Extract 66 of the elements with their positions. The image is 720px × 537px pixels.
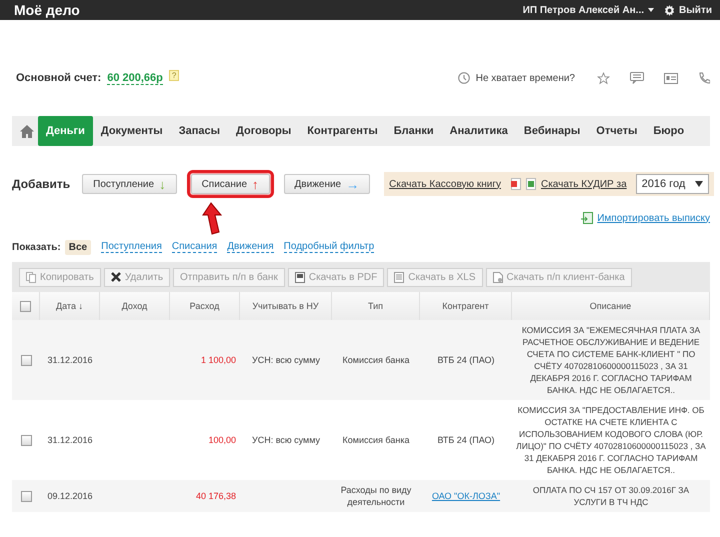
year-select[interactable]: 2016 год: [636, 174, 710, 194]
nav-tab[interactable]: Деньги: [38, 116, 93, 146]
chat-icon[interactable]: [630, 72, 644, 84]
settings-icon[interactable]: [664, 4, 676, 16]
dropdown-icon[interactable]: [648, 8, 654, 12]
table-cell: УСН: всю сумму: [252, 434, 320, 446]
nav-tab[interactable]: Договоры: [228, 116, 300, 146]
table-cell: ВТБ 24 (ПАО): [437, 434, 495, 446]
account-label: Основной счет:: [16, 72, 102, 84]
user-menu[interactable]: ИП Петров Алексей Ан...: [522, 4, 644, 16]
kudir-link[interactable]: Скачать КУДИР за: [540, 178, 627, 190]
table-cell: КОМИССИЯ ЗА "ПРЕДОСТАВЛЕНИЕ ИНФ. ОБ ОСТАТКЕ НА СЧЕТЕ КЛИЕНТА С ИСПОЛЬЗОВАНИЕМ КОДОВОГО СЛОВА (ЮР. ЛИЦО)" ПО СЧЁТУ 40702810600000115023 , ЗА 31 ДЕКАБРЯ 2016 Г. СОГЛАСНО ТАРИФАМ БАНКА. НДС НЕ ОБЛАГАЕТСЯ..: [516, 404, 706, 476]
add-button[interactable]: Поступление ↓: [82, 174, 177, 194]
nav-tab[interactable]: Отчеты: [588, 116, 646, 146]
pdf-icon[interactable]: [510, 178, 521, 190]
table-cell: Комиссия банка: [342, 354, 410, 366]
filter-link[interactable]: Поступления: [101, 241, 162, 253]
table-cell: 31.12.2016: [47, 434, 93, 446]
file-icon: [492, 272, 502, 282]
import-icon[interactable]: [581, 212, 594, 224]
table-cell: 09.12.2016: [47, 490, 93, 502]
table-cell-text: Расходы по виду деятельности: [340, 484, 412, 508]
table-cell: 1 100,00: [200, 355, 236, 365]
select-all-checkbox[interactable]: [20, 300, 31, 312]
row-checkbox[interactable]: [20, 490, 32, 502]
table-cell-text: ОПЛАТА ПО СЧ 157 ОТ 30.09.2016Г ЗА УСЛУГИ В ТЧ НДС: [532, 484, 690, 508]
star-icon[interactable]: [597, 72, 610, 84]
add-button[interactable]: Движение →: [284, 174, 370, 194]
table-cell: ВТБ 24 (ПАО): [437, 354, 495, 366]
contact-card-icon[interactable]: [664, 72, 678, 84]
nav-tab[interactable]: Документы: [92, 116, 171, 146]
nav-tab[interactable]: Аналитика: [442, 116, 516, 146]
nav-tab[interactable]: Бланки: [386, 116, 442, 146]
phone-icon[interactable]: [698, 72, 710, 84]
table-cell: УСН: всю сумму: [252, 354, 320, 366]
filter-label: Показать:: [12, 242, 61, 252]
nav-tab[interactable]: Контрагенты: [299, 116, 386, 146]
table-cell: Комиссия банка: [342, 434, 410, 446]
nav-tab[interactable]: Бюро: [645, 116, 692, 146]
table-cell: 100,00: [208, 435, 236, 445]
table-cell: 31.12.2016: [47, 354, 93, 366]
table-cell-text: КОМИССИЯ ЗА "ЕЖЕМЕСЯЧНАЯ ПЛАТА ЗА РАСЧЕТНОЕ ОБСЛУЖИВАНИЕ И ВЕДЕНИЕ СЧЕТА ПО СИСТЕМЕ БАНК-КЛИЕНТ " ПО СЧЁТУ 40702810600000115023 , ЗА 31 ДЕКАБРЯ 2016 Г. СОГЛАСНО ТАРИФАМ БАНКА. НДС НЕ ОБЛАГАЕТСЯ..: [520, 324, 702, 396]
row-checkbox[interactable]: [20, 354, 32, 366]
counterparty-link[interactable]: ОАО "ОК-ЛОЗА": [432, 490, 500, 502]
cashbook-link[interactable]: Скачать Кассовую книгу: [389, 178, 501, 190]
clock-icon[interactable]: [458, 72, 470, 84]
logout-link[interactable]: Выйти: [679, 4, 712, 16]
table-cell: 40 176,38: [196, 491, 236, 501]
spreadsheet-icon[interactable]: [526, 178, 536, 190]
logo[interactable]: Моё дело: [14, 2, 523, 18]
filter-link[interactable]: Все: [64, 240, 92, 254]
nav-tab[interactable]: Запасы: [170, 116, 228, 146]
document-icon: [394, 272, 404, 282]
copy-icon: [26, 272, 36, 282]
home-icon[interactable]: [20, 124, 34, 138]
nav-tab[interactable]: Вебинары: [516, 116, 588, 146]
promo-link[interactable]: Не хватает времени?: [476, 72, 575, 84]
delete-icon: [110, 272, 121, 282]
filter-link[interactable]: Списания: [172, 241, 218, 253]
row-checkbox[interactable]: [20, 434, 32, 446]
add-label: Добавить: [12, 177, 70, 191]
filter-link[interactable]: Подробный фильтр: [284, 241, 374, 253]
filter-link[interactable]: Движения: [227, 241, 274, 253]
account-balance[interactable]: 60 200,66р: [107, 72, 163, 84]
document-icon: [294, 272, 305, 282]
import-link[interactable]: Импортировать выписку: [597, 212, 710, 224]
